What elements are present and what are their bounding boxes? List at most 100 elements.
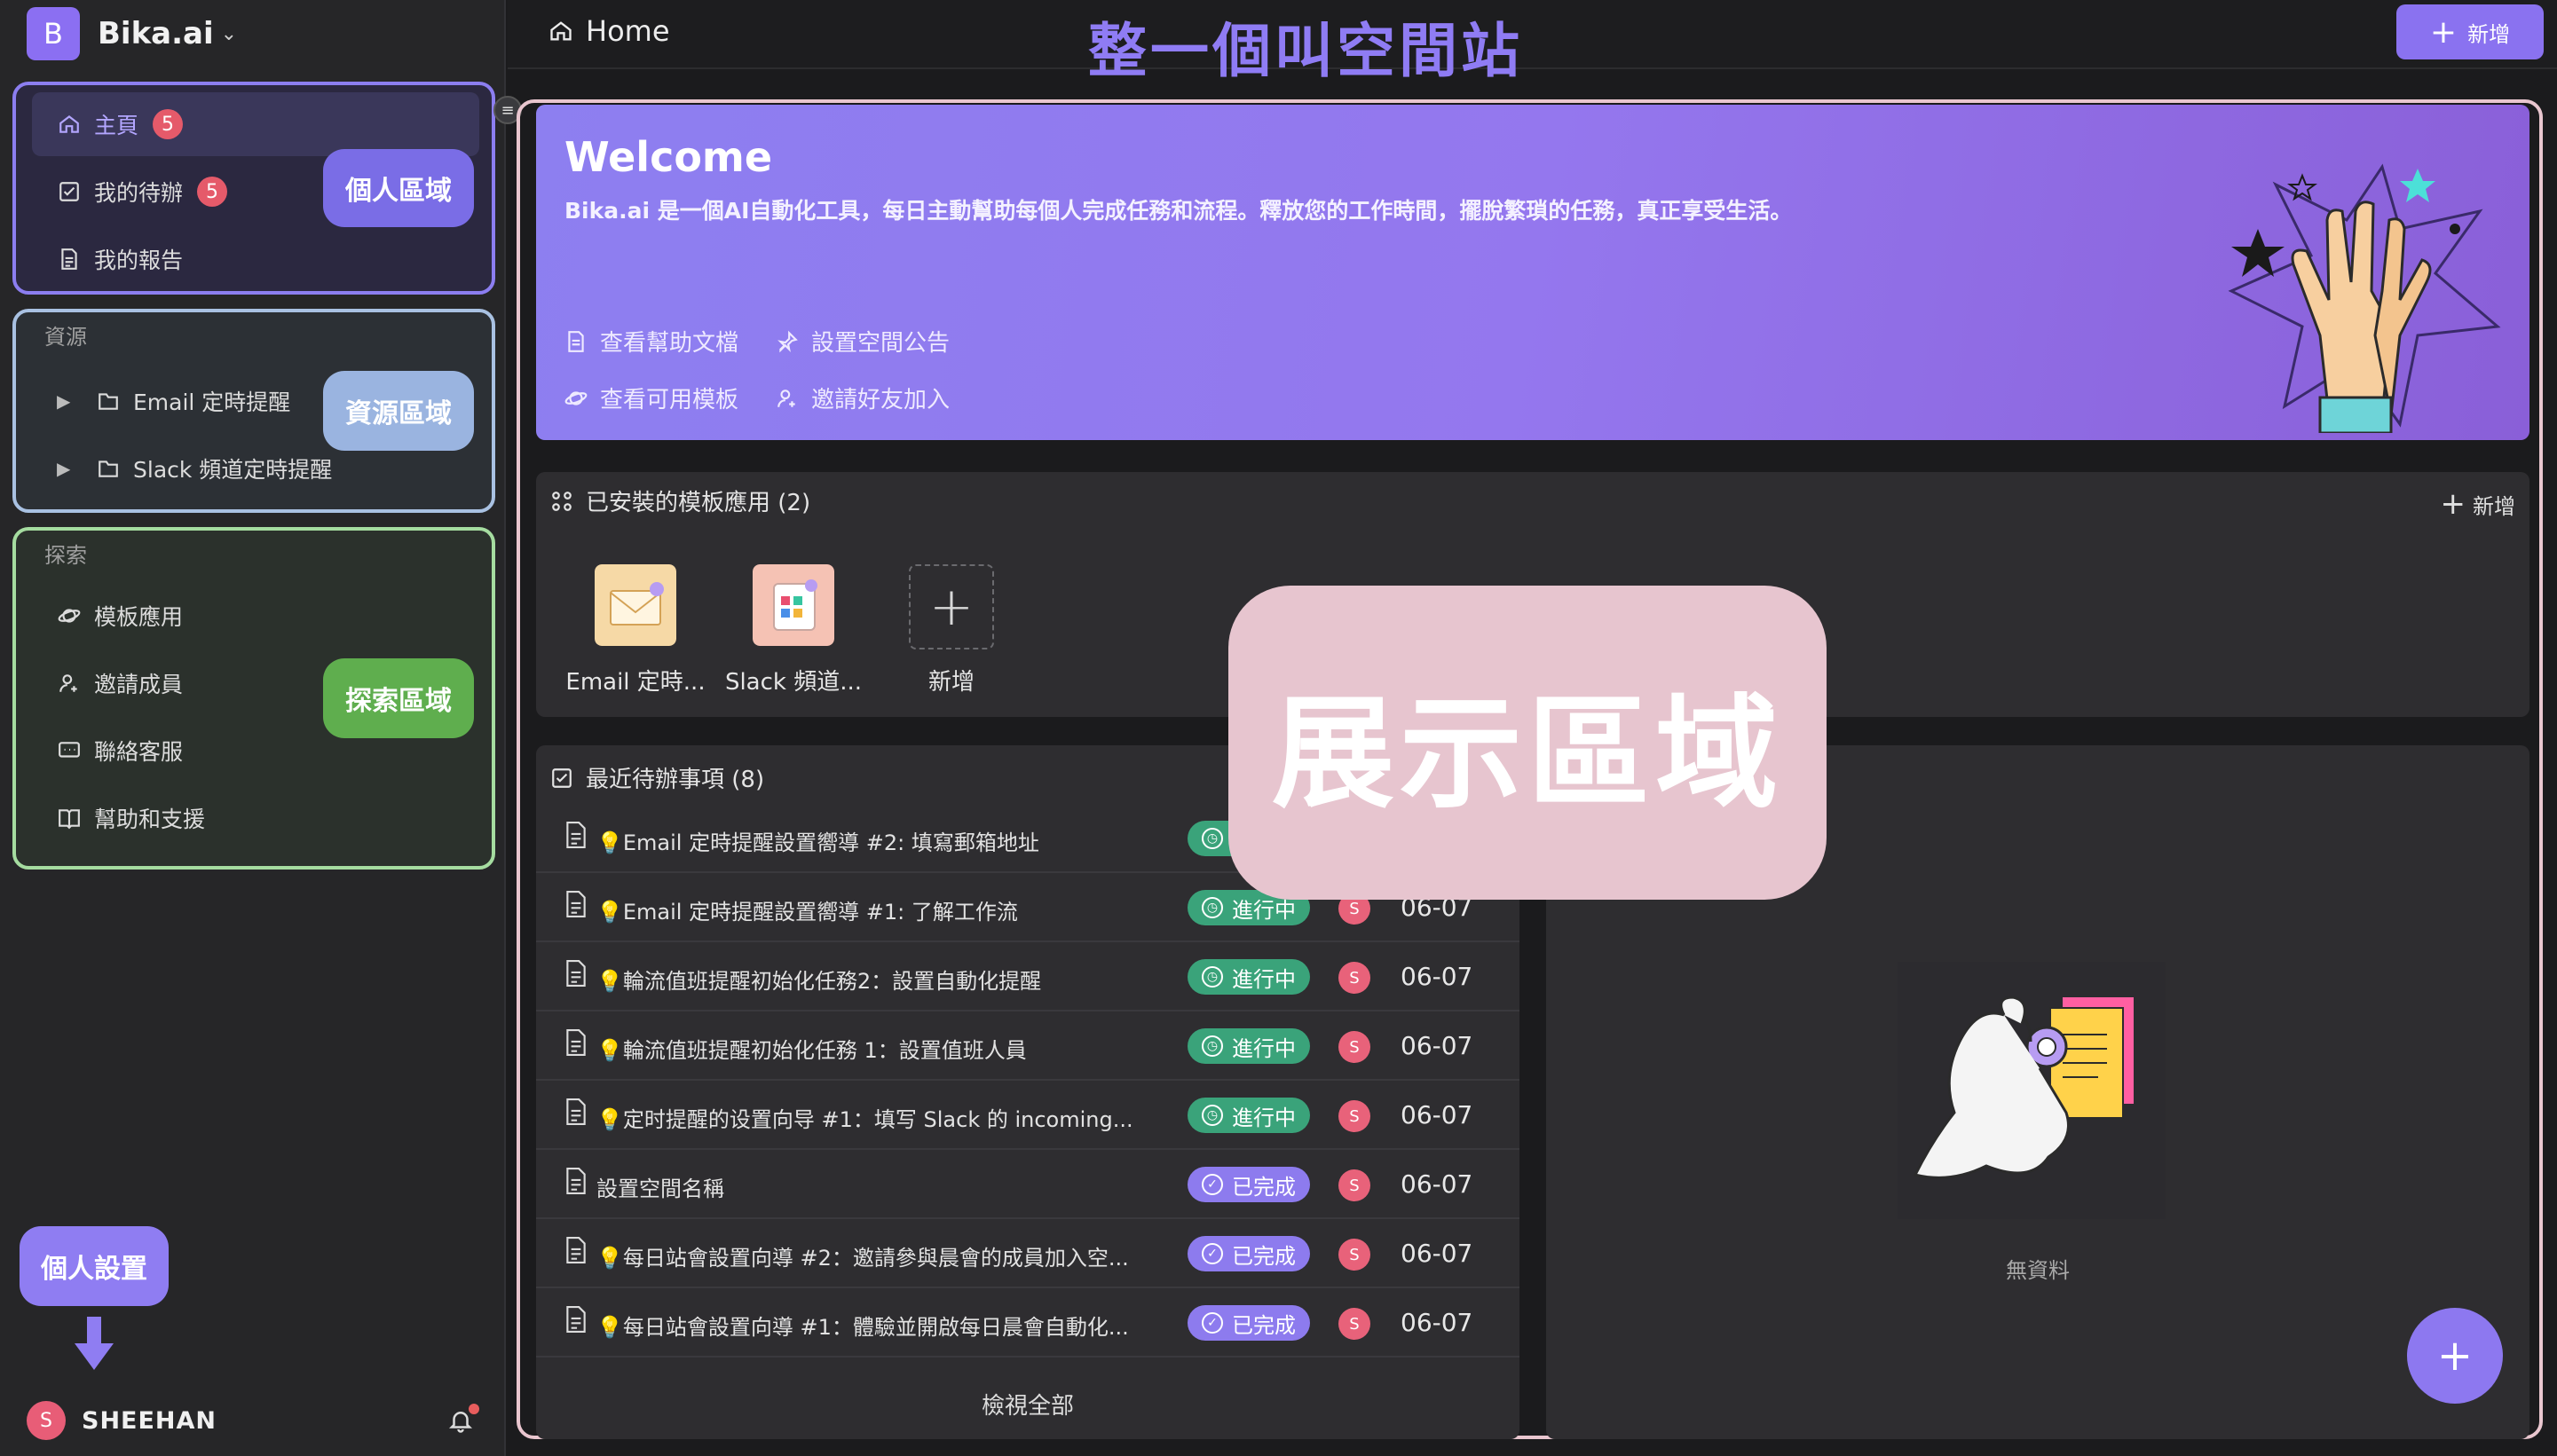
sidebar-item-label: 幫助和支援 [94,807,206,832]
status-label: 已完成 [1232,1312,1296,1338]
checkbox-icon [552,767,572,788]
avatar: S [27,1401,66,1440]
workspace-switcher[interactable]: B Bika.ai ⌄ [27,7,237,60]
app-tile-slack[interactable]: Slack 頻道... [722,564,864,697]
avatar[interactable]: S [1338,1031,1370,1063]
table-row[interactable]: 💡每日站會設置向導 #2：邀請參與晨會的成員加入空... ✓ 已完成 S 06-07 [536,1219,1519,1288]
panel-title: 最近待辦事項 (8) [586,767,765,793]
sidebar-item-help[interactable]: 幫助和支援 [32,786,479,850]
resource-item-label: Slack 頻道定時提醒 [133,457,333,483]
callout-display-area: 展示區域 [1228,586,1827,900]
due-date: 06-07 [1401,1308,1473,1337]
callout-personal-settings: 個人設置 [20,1226,169,1306]
todo-title: 設置空間名稱 [596,1177,724,1201]
bell-icon[interactable] [447,1404,479,1436]
status-badge[interactable]: ✓ 已完成 [1188,1167,1310,1202]
due-date: 06-07 [1401,1031,1473,1060]
section-label-explore: 探索 [44,543,87,568]
email-app-icon [595,564,676,646]
new-button[interactable]: + 新增 [2396,4,2544,59]
plus-icon: + [2440,486,2466,522]
user-add-icon [57,671,82,696]
empty-illustration [1898,962,2166,1219]
sidebar-item-label: 主頁 [94,113,139,138]
table-row[interactable]: 💡輪流值班提醒初始化任務 1：設置值班人員 ◷ 進行中 S 06-07 [536,1011,1519,1081]
welcome-description: Bika.ai 是一個AI自動化工具，每日主動幫助每個人完成任務和流程。釋放您的… [564,198,1793,224]
empty-text: 無資料 [2006,1258,2070,1283]
view-all-link[interactable]: 檢視全部 [536,1388,1519,1421]
document-icon [568,330,584,352]
apps-add-label: 新增 [2473,493,2515,519]
book-icon [57,806,82,830]
panel-title: 已安裝的模板應用 (2) [586,490,811,516]
link-label: 設置空間公告 [811,330,951,357]
report-icon [57,247,82,272]
resource-item-label: Email 定時提醒 [133,390,291,415]
status-label: 進行中 [1232,1105,1296,1130]
grid-icon [552,491,572,511]
clock-icon: ◷ [1202,828,1223,849]
status-badge[interactable]: ✓ 已完成 [1188,1236,1310,1271]
apps-add-button[interactable]: + 新增 [2441,486,2516,522]
avatar[interactable]: S [1338,1308,1370,1340]
todo-title: 💡每日站會設置向導 #1：體驗並開啟每日晨會自動化... [596,1315,1129,1340]
panel-header: 已安裝的模板應用 (2) [550,484,810,517]
table-row[interactable]: 設置空間名稱 ✓ 已完成 S 06-07 [536,1150,1519,1219]
avatar[interactable]: S [1338,1239,1370,1271]
link-label: 查看幫助文檔 [600,330,739,357]
floating-add-button[interactable]: + [2407,1308,2503,1404]
count-badge: 5 [153,109,184,139]
breadcrumb[interactable]: Home [548,14,670,48]
table-row[interactable]: 💡輪流值班提醒初始化任務2：設置自動化提醒 ◷ 進行中 S 06-07 [536,942,1519,1011]
app-tile-new[interactable]: + 新增 [880,564,1022,697]
link-invite-friends[interactable]: 邀請好友加入 [776,382,950,414]
todo-title: 💡每日站會設置向導 #2：邀請參與晨會的成員加入空... [596,1246,1129,1271]
clock-icon: ◷ [1202,1035,1223,1057]
app-tile-email[interactable]: Email 定時... [564,564,706,697]
avatar[interactable]: S [1338,1100,1370,1132]
status-badge[interactable]: ◷ 進行中 [1188,1028,1310,1064]
workspace-name: Bika.ai [98,16,214,51]
caret-right-icon[interactable]: ▶ [57,390,75,412]
link-space-announcement[interactable]: 設置空間公告 [776,325,950,358]
link-templates[interactable]: 查看可用模板 [564,382,738,414]
due-date: 06-07 [1401,962,1473,991]
plus-icon: + [909,564,994,649]
clock-icon: ◷ [1202,897,1223,918]
status-label: 進行中 [1232,1035,1296,1061]
status-label: 已完成 [1232,1174,1296,1200]
link-label: 查看可用模板 [600,387,739,413]
avatar[interactable]: S [1338,1169,1370,1201]
check-circle-icon: ✓ [1202,1312,1223,1334]
status-badge[interactable]: ◷ 進行中 [1188,959,1310,995]
table-row[interactable]: 💡定时提醒的设置向导 #1：填写 Slack 的 incoming... ◷ 進行中… [536,1081,1519,1150]
app-tile-label: 新增 [927,669,975,696]
new-button-label: 新增 [2467,21,2511,47]
sidebar-item-home[interactable]: 主頁 5 [32,92,479,156]
status-badge[interactable]: ✓ 已完成 [1188,1305,1310,1341]
sidebar-item-templates[interactable]: 模板應用 [32,584,479,648]
check-circle-icon: ✓ [1202,1174,1223,1195]
todo-title: 💡Email 定時提醒設置嚮導 #1: 了解工作流 [596,900,1018,925]
user-name: SHEEHAN [82,1406,217,1435]
annotation-title: 整一個叫空間站 [1088,17,1523,85]
count-badge: 5 [197,177,228,207]
high-five-illustration [2228,163,2501,433]
plus-icon: + [2429,13,2458,51]
status-label: 進行中 [1232,966,1296,992]
section-label-resources: 資源 [44,325,87,350]
link-help-docs[interactable]: 查看幫助文檔 [564,325,738,358]
table-row[interactable]: 💡每日站會設置向導 #1：體驗並開啟每日晨會自動化... ✓ 已完成 S 06-07 [536,1288,1519,1358]
sidebar-item-reports[interactable]: 我的報告 [32,227,479,291]
callout-resources-zone: 資源區域 [323,371,474,451]
avatar[interactable]: S [1338,962,1370,994]
sidebar-item-label: 我的報告 [94,248,184,273]
caret-right-icon[interactable]: ▶ [57,458,75,479]
document-icon [566,1237,586,1263]
status-badge[interactable]: ◷ 進行中 [1188,1098,1310,1133]
welcome-banner: Welcome Bika.ai 是一個AI自動化工具，每日主動幫助每個人完成任務… [536,105,2529,440]
user-profile[interactable]: S SHEEHAN [27,1398,479,1443]
document-icon [566,1168,586,1194]
sidebar: B Bika.ai ⌄ 主頁 5 我的待辦 5 我的報告 資源 ▶ Email … [0,0,506,1456]
status-label: 已完成 [1232,1243,1296,1269]
